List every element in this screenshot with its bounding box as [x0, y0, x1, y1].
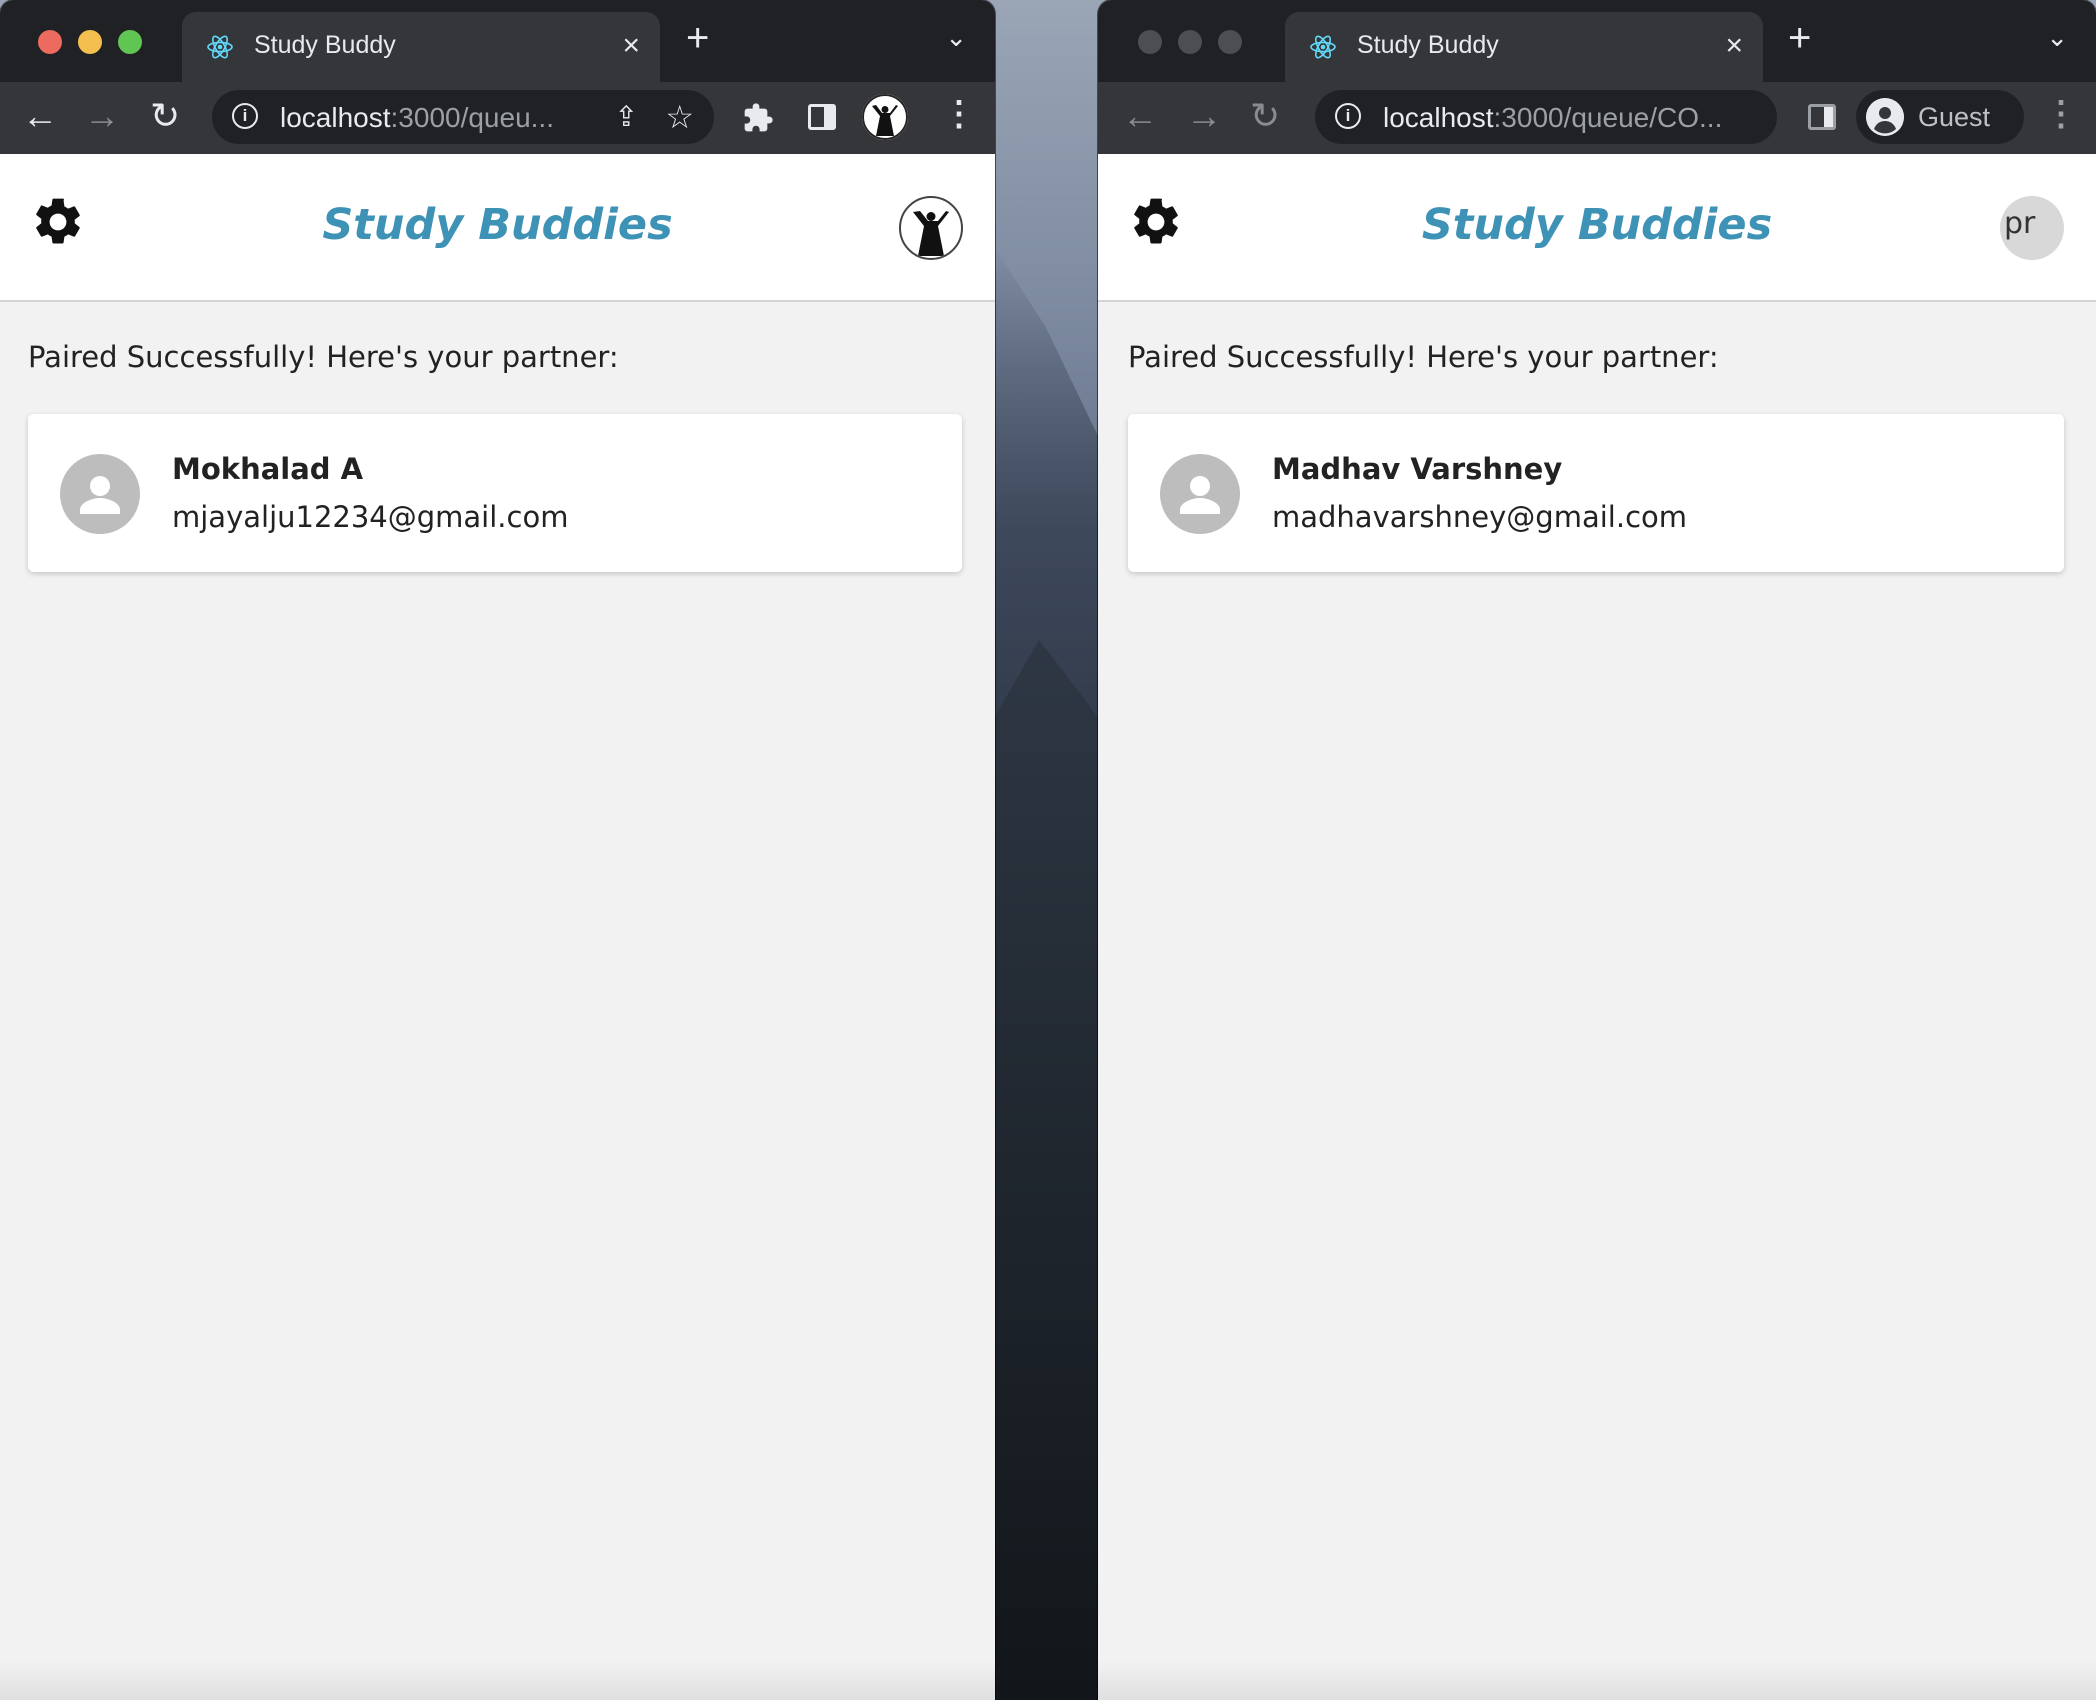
tab-search-chevron-icon[interactable]: ⌄	[2046, 22, 2068, 53]
minimize-window-button[interactable]	[78, 30, 102, 54]
zoom-window-button[interactable]	[1218, 30, 1242, 54]
reload-button[interactable]: ↻	[150, 96, 180, 136]
bookmark-star-icon[interactable]: ☆	[665, 98, 694, 136]
tab-search-chevron-icon[interactable]: ⌄	[945, 22, 967, 53]
chrome-menu-icon[interactable]: ⋮	[942, 94, 976, 134]
new-tab-button[interactable]: +	[686, 18, 709, 58]
reload-button[interactable]: ↻	[1250, 96, 1280, 136]
window-controls	[38, 30, 142, 54]
person-icon	[1180, 476, 1220, 514]
address-bar[interactable]: i localhost:3000/queu... ⇪ ☆	[212, 90, 714, 144]
react-logo-icon	[1310, 35, 1336, 59]
partner-name: Madhav Varshney	[1272, 452, 1563, 486]
user-avatar[interactable]: pr	[2000, 196, 2064, 260]
brand-title[interactable]: Study Buddies	[1098, 200, 2096, 250]
partner-avatar	[1160, 454, 1240, 534]
puzzle-icon[interactable]	[742, 102, 774, 134]
browser-toolbar: ← → ↻ i localhost:3000/queue/CO... Guest…	[1098, 82, 2096, 154]
back-button[interactable]: ←	[1122, 96, 1158, 136]
tab-study-buddy[interactable]: Study Buddy ×	[1285, 12, 1763, 82]
guest-avatar-icon	[1866, 98, 1904, 136]
browser-window-right: Study Buddy × + ⌄ ← → ↻ i localhost:3000…	[1098, 0, 2096, 1700]
pairing-status-text: Paired Successfully! Here's your partner…	[28, 340, 619, 374]
tab-close-icon[interactable]: ×	[1725, 26, 1743, 66]
tab-title: Study Buddy	[1357, 31, 1499, 59]
site-info-icon[interactable]: i	[232, 103, 258, 129]
tab-close-icon[interactable]: ×	[622, 26, 640, 66]
silhouette-icon	[913, 211, 949, 256]
back-button[interactable]: ←	[22, 96, 58, 136]
guest-label: Guest	[1918, 102, 1991, 132]
app-header: Study Buddies pr	[1098, 154, 2096, 302]
partner-email: madhavarshney@gmail.com	[1272, 500, 1688, 534]
profile-avatar[interactable]	[862, 94, 908, 140]
forward-button[interactable]: →	[84, 96, 120, 136]
side-panel-icon[interactable]	[1808, 104, 1836, 130]
forward-button[interactable]: →	[1186, 96, 1222, 136]
share-icon[interactable]: ⇪	[615, 100, 638, 133]
minimize-window-button[interactable]	[1178, 30, 1202, 54]
close-window-button[interactable]	[1138, 30, 1162, 54]
browser-window-left: Study Buddy × + ⌄ ← → ↻ i localhost:3000…	[0, 0, 995, 1700]
tab-title: Study Buddy	[254, 31, 396, 59]
tab-strip: Study Buddy × + ⌄	[0, 0, 995, 82]
zoom-window-button[interactable]	[118, 30, 142, 54]
app-page: Study Buddies pr Paired Successfully! He…	[1098, 154, 2096, 1700]
partner-name: Mokhalad A	[172, 452, 364, 486]
url-text: localhost:3000/queu...	[280, 102, 554, 133]
site-info-icon[interactable]: i	[1335, 103, 1361, 129]
person-icon	[80, 476, 120, 514]
close-window-button[interactable]	[38, 30, 62, 54]
partner-avatar	[60, 454, 140, 534]
partner-card[interactable]: Madhav Varshney madhavarshney@gmail.com	[1128, 414, 2064, 572]
silhouette-icon	[862, 94, 908, 140]
user-avatar[interactable]	[899, 196, 963, 260]
bottom-shadow	[1098, 1660, 2096, 1700]
guest-profile-button[interactable]: Guest	[1856, 90, 2024, 144]
browser-toolbar: ← → ↻ i localhost:3000/queu... ⇪ ☆ ⋮	[0, 82, 995, 154]
side-panel-icon[interactable]	[808, 104, 836, 130]
partner-card[interactable]: Mokhalad A mjayalju12234@gmail.com	[28, 414, 962, 572]
partner-email: mjayalju12234@gmail.com	[172, 500, 569, 534]
address-bar[interactable]: i localhost:3000/queue/CO...	[1315, 90, 1777, 144]
chrome-menu-icon[interactable]: ⋮	[2044, 94, 2078, 134]
broken-image-alt-text: pr	[2004, 206, 2036, 241]
window-controls	[1138, 30, 1242, 54]
app-page: Study Buddies Paired Successfully! Here'…	[0, 154, 995, 1700]
react-logo-icon	[207, 35, 233, 59]
brand-title[interactable]: Study Buddies	[0, 200, 995, 250]
bottom-shadow	[0, 1660, 995, 1700]
url-text: localhost:3000/queue/CO...	[1383, 102, 1723, 133]
new-tab-button[interactable]: +	[1788, 18, 1811, 58]
pairing-status-text: Paired Successfully! Here's your partner…	[1128, 340, 1719, 374]
tab-strip: Study Buddy × + ⌄	[1098, 0, 2096, 82]
tab-study-buddy[interactable]: Study Buddy ×	[182, 12, 660, 82]
app-header: Study Buddies	[0, 154, 995, 302]
